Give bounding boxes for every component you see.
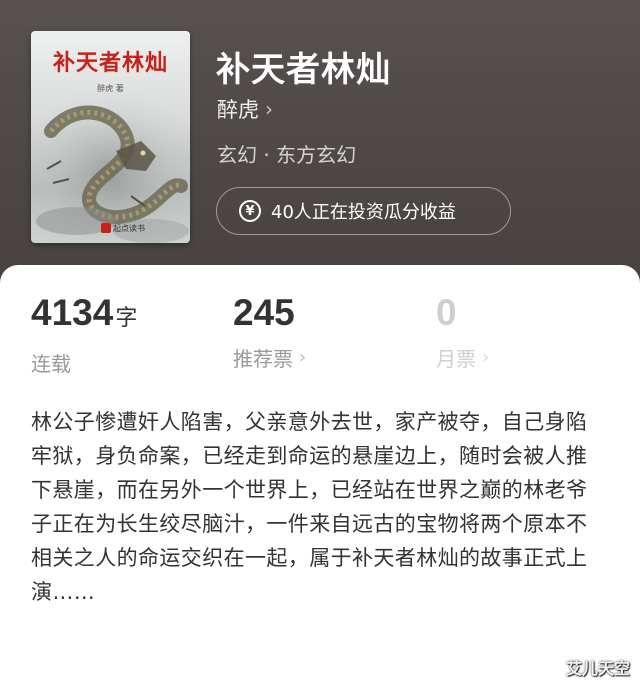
book-description: 林公子惨遭奸人陷害，父亲意外去世，家产被夺，自己身陷牢狱，身负命案，已经走到命运… [31, 410, 588, 604]
chevron-right-icon: › [482, 347, 490, 368]
recommend-label: 推荐票 › [233, 347, 307, 371]
chevron-right-icon: › [299, 347, 307, 368]
recommend-votes-stat[interactable]: 245 推荐票 › [233, 293, 306, 372]
info-card: 4134字 连载 245 推荐票 › 0 月票 › 林公子惨遭奸人陷害，父亲意外… [0, 265, 640, 687]
word-unit: 字 [115, 305, 138, 330]
book-cover[interactable]: 补天者林灿 醉虎 著 起点读书 [31, 31, 190, 243]
serial-status: 连载 [31, 352, 71, 376]
cover-publisher: 起点读书 [113, 224, 145, 233]
genre-tags[interactable]: 玄幻 · 东方玄幻 [217, 139, 356, 168]
dragon-illustration [31, 91, 190, 243]
watermark: 艾儿天空 [565, 659, 630, 678]
word-count-stat: 4134字 连载 [31, 293, 137, 377]
invest-button[interactable]: ¥ 40人正在投资瓜分收益 [216, 187, 511, 235]
author-link[interactable]: 醉虎 › [217, 94, 273, 124]
yen-icon: ¥ [239, 200, 261, 222]
book-title: 补天者林灿 [216, 50, 391, 90]
monthly-label: 月票 › [436, 347, 490, 371]
author-name: 醉虎 [217, 98, 259, 122]
word-count: 4134字 [31, 292, 138, 333]
cover-title: 补天者林灿 [52, 50, 168, 76]
monthly-votes-stat[interactable]: 0 月票 › [436, 293, 489, 372]
chevron-right-icon: › [265, 97, 273, 121]
invest-label: 40人正在投资瓜分收益 [271, 202, 456, 223]
monthly-count: 0 [436, 292, 457, 333]
publisher-logo-icon [101, 223, 111, 233]
recommend-count: 245 [233, 292, 295, 333]
